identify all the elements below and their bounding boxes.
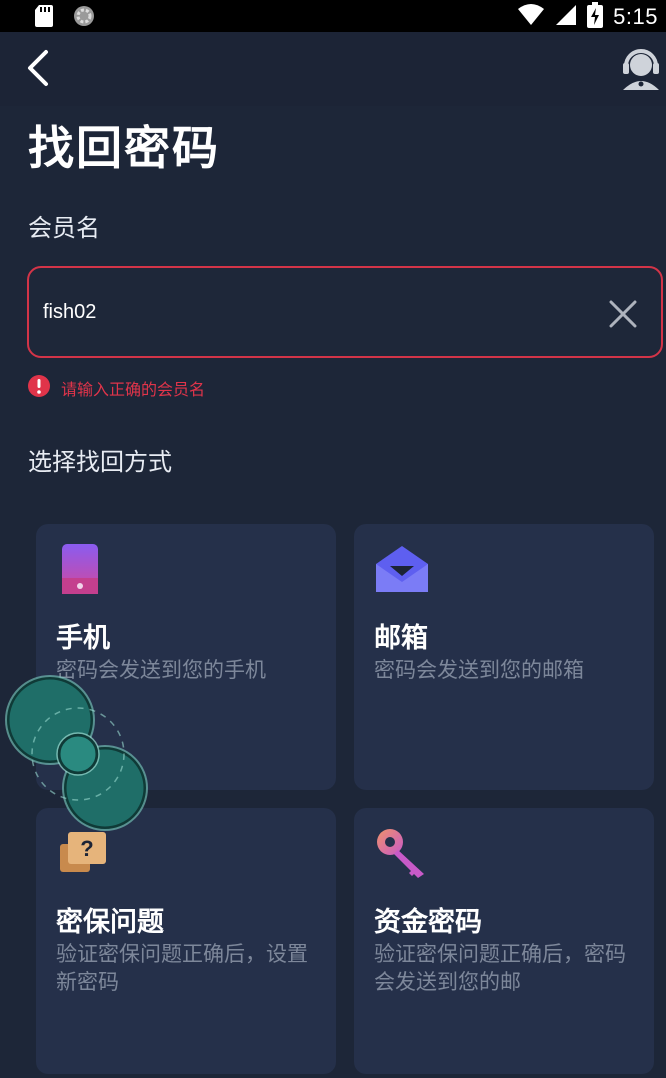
card-title: 手机 <box>56 623 110 654</box>
key-icon <box>374 826 430 882</box>
card-description: 验证密保问题正确后，密码会发送到您的邮 <box>374 942 626 994</box>
clear-icon <box>607 300 639 334</box>
username-label: 会员名 <box>28 214 100 242</box>
customer-service-icon <box>618 49 664 96</box>
card-description: 密码会发送到您的邮箱 <box>374 658 584 682</box>
error-message: 请输入正确的会员名 <box>61 380 206 399</box>
loading-icon <box>72 4 96 32</box>
username-field <box>27 266 663 358</box>
card-description: 验证密保问题正确后，设置新密码 <box>56 942 308 994</box>
app-bar <box>0 32 666 106</box>
content: 找回密码 会员名 请输入正确的会员名 选择找回方式 手机 密码会发送到您的 <box>0 106 666 1078</box>
recovery-option-email[interactable]: 邮箱 密码会发送到您的邮箱 <box>354 524 654 790</box>
phone-icon <box>56 542 112 598</box>
error-icon <box>27 374 51 402</box>
recovery-option-phone[interactable]: 手机 密码会发送到您的手机 <box>36 524 336 790</box>
page-title: 找回密码 <box>28 121 220 175</box>
customer-service-button[interactable] <box>618 46 666 94</box>
username-input[interactable] <box>43 294 583 330</box>
status-bar: 5:15 <box>0 0 666 32</box>
card-title: 资金密码 <box>374 907 482 938</box>
recovery-option-fund-password[interactable]: 资金密码 验证密保问题正确后，密码会发送到您的邮 <box>354 808 654 1074</box>
status-time: 5:15 <box>613 4 658 29</box>
card-title: 邮箱 <box>374 623 428 654</box>
signal-icon <box>555 3 577 31</box>
recovery-method-label: 选择找回方式 <box>28 448 172 476</box>
card-description: 密码会发送到您的手机 <box>56 658 266 682</box>
clear-button[interactable] <box>607 298 639 330</box>
back-button[interactable] <box>20 48 60 88</box>
card-title: 密保问题 <box>56 907 164 938</box>
recovery-option-security-question[interactable]: ? 密保问题 验证密保问题正确后，设置新密码 <box>36 808 336 1074</box>
battery-icon <box>587 2 604 32</box>
sd-card-icon <box>34 4 54 32</box>
wifi-icon <box>517 3 545 31</box>
svg-text:?: ? <box>80 836 93 861</box>
username-error: 请输入正确的会员名 <box>27 374 205 402</box>
security-question-icon: ? <box>56 826 112 882</box>
back-arrow-icon <box>20 50 60 92</box>
email-icon <box>374 542 430 598</box>
